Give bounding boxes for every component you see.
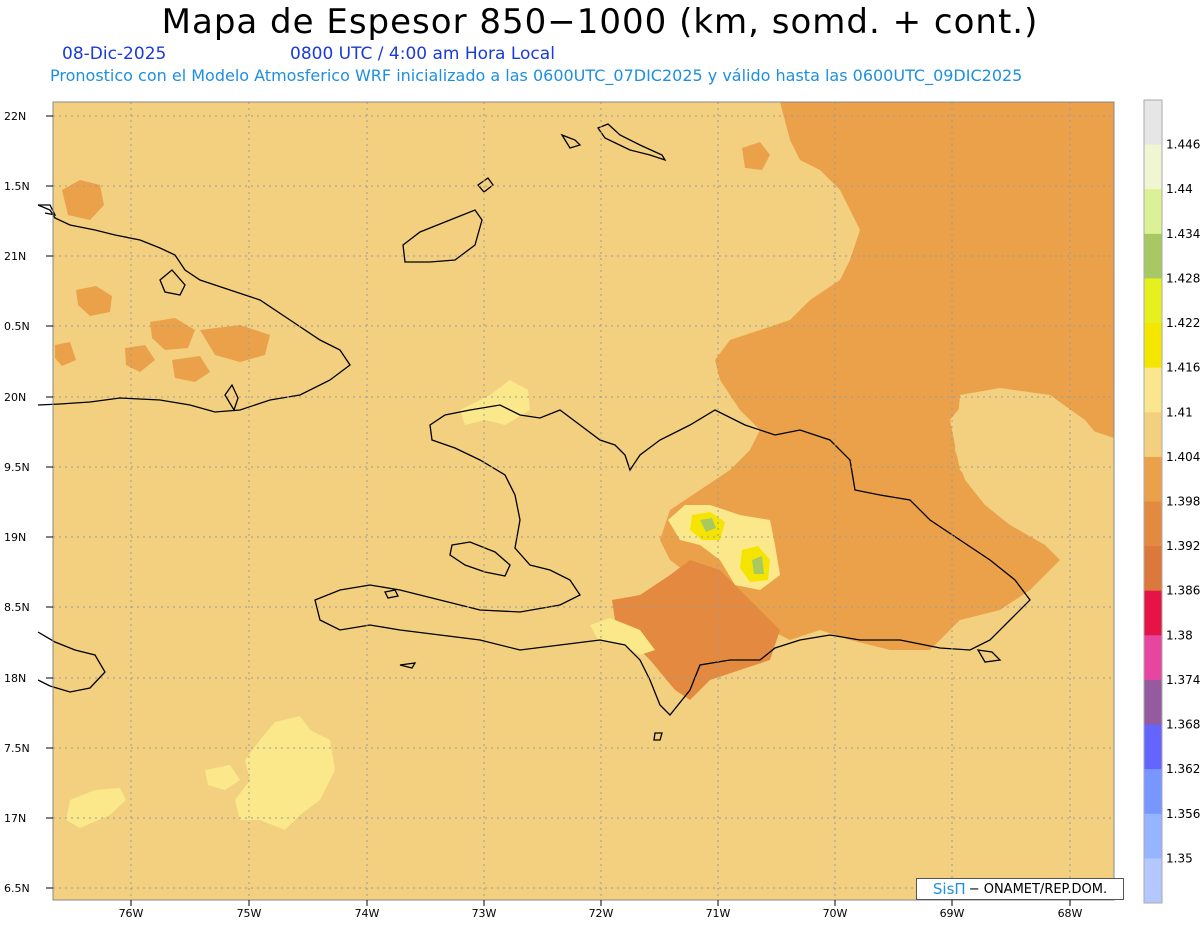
colorbar-swatch (1144, 100, 1162, 146)
colorbar-swatch (1144, 590, 1162, 636)
colorbar-swatch (1144, 367, 1162, 413)
colorbar-swatch (1144, 412, 1162, 458)
lon-label: 68W (1058, 907, 1083, 920)
colorbar-label: 1.398 (1166, 495, 1200, 509)
lat-label: 0.5N (4, 320, 30, 333)
colorbar-swatch (1144, 144, 1162, 190)
colorbar-swatch (1144, 813, 1162, 859)
colorbar-label: 1.35 (1166, 851, 1193, 865)
colorbar: 1.446 1.44 1.434 1.428 1.422 1.416 1.41 1.404 1.… (1143, 99, 1200, 904)
lat-label: 20N (4, 391, 26, 404)
colorbar-swatch (1144, 679, 1162, 726)
colorbar-swatch (1144, 858, 1162, 904)
colorbar-label: 1.38 (1166, 628, 1193, 642)
lat-label: 19N (4, 531, 26, 544)
colorbar-swatch (1144, 769, 1162, 815)
lat-ticks (46, 115, 53, 889)
lon-label: 72W (589, 907, 614, 920)
colorbar-label: 1.44 (1166, 182, 1193, 196)
lon-label: 76W (119, 907, 144, 920)
lat-label: 18N (4, 672, 26, 685)
lon-label: 71W (706, 907, 731, 920)
colorbar-swatch (1144, 724, 1162, 770)
lat-label: 6.5N (4, 882, 30, 895)
lon-label: 75W (237, 907, 262, 920)
colorbar-label: 1.374 (1166, 673, 1200, 687)
colorbar-label: 1.404 (1166, 450, 1200, 464)
colorbar-swatch (1144, 323, 1162, 369)
colorbar-swatch (1144, 501, 1162, 547)
lat-label: 21N (4, 250, 26, 263)
colorbar-label: 1.446 (1166, 138, 1200, 152)
colorbar-label: 1.356 (1166, 807, 1200, 821)
lon-label: 74W (355, 907, 380, 920)
lat-label: 7.5N (4, 742, 30, 755)
lat-label: 17N (4, 812, 26, 825)
credit-box: SisΠ − ONAMET/REP.DOM. (916, 878, 1124, 900)
colorbar-swatch (1144, 189, 1162, 235)
colorbar-label: 1.416 (1166, 361, 1200, 375)
colorbar-swatch (1144, 546, 1162, 592)
lon-label: 73W (472, 907, 497, 920)
lon-ticks (130, 900, 1071, 906)
credit-brand: SisΠ (932, 880, 966, 898)
colorbar-label: 1.362 (1166, 762, 1200, 776)
credit-text: − ONAMET/REP.DOM. (968, 881, 1108, 897)
lon-label: 70W (823, 907, 848, 920)
colorbar-label: 1.428 (1166, 271, 1200, 285)
lat-label: 9.5N (4, 461, 30, 474)
colorbar-label: 1.422 (1166, 316, 1200, 330)
lon-axis: 76W 75W 74W 73W 72W 71W 70W 69W 68W (119, 907, 1083, 920)
lat-label: 22N (4, 110, 26, 123)
lat-axis: 22N 1.5N 21N 0.5N 20N 9.5N 19N 8.5N 18N … (4, 110, 30, 895)
colorbar-swatch (1144, 635, 1162, 681)
lon-label: 69W (940, 907, 965, 920)
colorbar-label: 1.386 (1166, 584, 1200, 598)
lat-label: 8.5N (4, 601, 30, 614)
colorbar-label: 1.368 (1166, 718, 1200, 732)
colorbar-swatch (1144, 456, 1162, 502)
colorbar-swatch (1144, 278, 1162, 324)
colorbar-label: 1.434 (1166, 227, 1200, 241)
thickness-map: 22N 1.5N 21N 0.5N 20N 9.5N 19N 8.5N 18N … (4, 99, 1200, 920)
colorbar-label: 1.41 (1166, 405, 1193, 419)
lat-label: 1.5N (4, 180, 30, 193)
colorbar-swatch (1144, 233, 1162, 279)
colorbar-label: 1.392 (1166, 539, 1200, 553)
